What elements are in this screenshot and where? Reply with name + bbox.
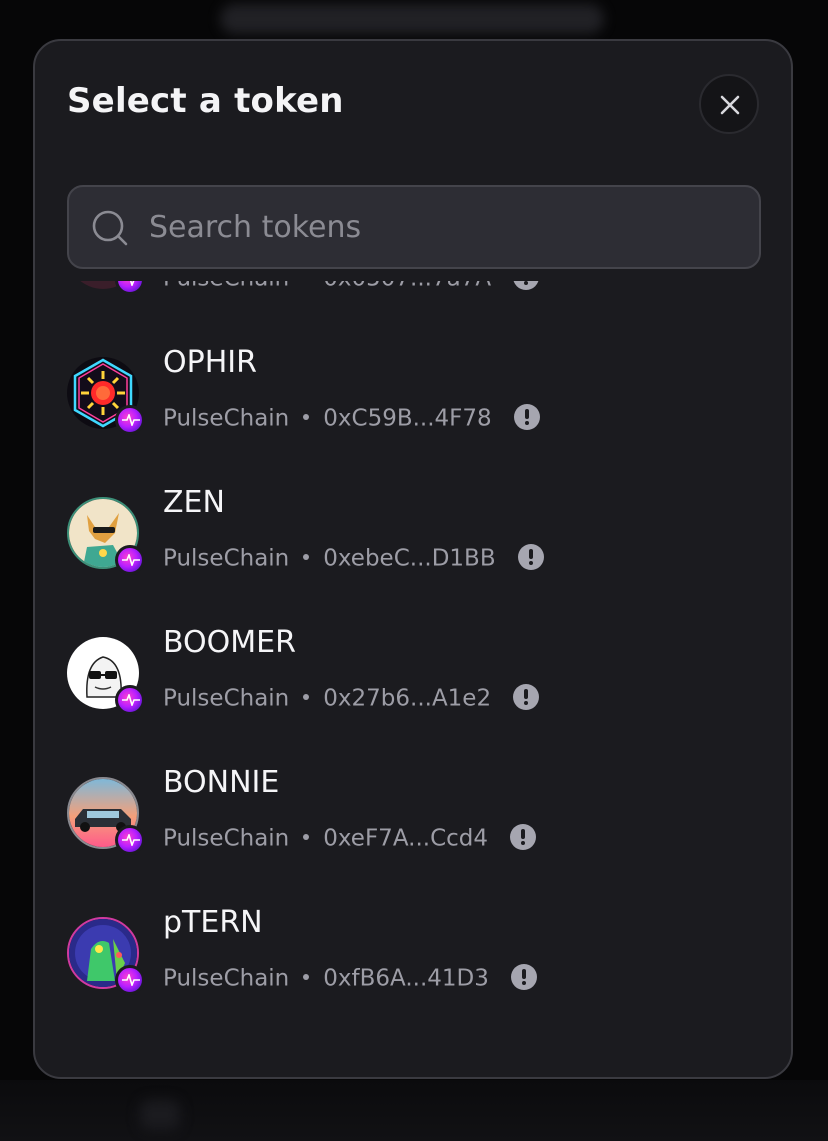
token-logo-wrap <box>67 637 147 717</box>
search-icon <box>92 210 128 246</box>
pulsechain-icon <box>115 825 145 855</box>
pulsechain-icon <box>115 405 145 435</box>
token-chain: PulseChain <box>163 965 290 992</box>
search-input[interactable] <box>149 201 739 253</box>
token-row[interactable]: ZEN PulseChain 0xebeC...D1BB <box>35 483 791 623</box>
token-symbol: BONNIE <box>163 765 280 800</box>
search-box[interactable] <box>67 185 761 269</box>
separator-dot <box>303 693 310 700</box>
token-row[interactable]: PulseChain 0x0507...7a7A <box>35 281 791 343</box>
token-logo-wrap <box>67 497 147 577</box>
token-logo-wrap <box>67 357 147 437</box>
pulsechain-icon <box>115 965 145 995</box>
token-chain: PulseChain <box>163 545 290 572</box>
pulsechain-icon <box>115 281 145 295</box>
modal-title: Select a token <box>67 81 344 121</box>
token-symbol: ZEN <box>163 485 225 520</box>
token-address: 0xC59B...4F78 <box>323 405 492 432</box>
background-blurred-footer <box>0 1080 828 1141</box>
info-icon[interactable] <box>513 281 540 290</box>
token-row[interactable]: BOOMER PulseChain 0x27b6...A1e2 <box>35 623 791 763</box>
pulsechain-icon <box>115 685 145 715</box>
token-row[interactable]: pTERN PulseChain 0xfB6A...41D3 <box>35 903 791 1043</box>
select-token-modal: Select a token Search tokens OPHIR Pulse… <box>33 39 793 1079</box>
background-blurred-element <box>140 1100 180 1130</box>
token-meta: PulseChain 0xebeC...D1BB <box>163 544 544 574</box>
token-address: 0xeF7A...Ccd4 <box>323 825 489 852</box>
separator-dot <box>303 553 310 560</box>
token-logo-wrap <box>67 777 147 857</box>
token-symbol: OPHIR <box>163 345 257 380</box>
token-meta: PulseChain 0x27b6...A1e2 <box>163 684 540 714</box>
token-meta: PulseChain 0xeF7A...Ccd4 <box>163 824 537 854</box>
token-logo-wrap <box>67 281 147 297</box>
separator-dot <box>303 973 310 980</box>
background-blurred-header <box>220 4 604 34</box>
token-logo-wrap <box>67 917 147 997</box>
separator-dot <box>303 833 310 840</box>
close-icon <box>720 95 740 115</box>
token-address: 0x27b6...A1e2 <box>323 685 492 712</box>
token-chain: PulseChain <box>163 825 290 852</box>
separator-dot <box>303 413 310 420</box>
info-icon[interactable] <box>513 684 540 710</box>
token-meta: PulseChain 0xC59B...4F78 <box>163 404 540 434</box>
token-row[interactable]: BONNIE PulseChain 0xeF7A...Ccd4 <box>35 763 791 903</box>
token-address: 0x0507...7a7A <box>323 281 491 292</box>
close-button[interactable] <box>699 74 759 134</box>
token-list: PulseChain 0x0507...7a7A <box>35 281 791 1077</box>
info-icon[interactable] <box>510 824 537 850</box>
token-row[interactable]: OPHIR PulseChain 0xC59B...4F78 <box>35 343 791 483</box>
info-icon[interactable] <box>510 964 537 990</box>
token-chain: PulseChain <box>163 405 290 432</box>
token-symbol: BOOMER <box>163 625 296 660</box>
token-meta: PulseChain 0xfB6A...41D3 <box>163 964 537 994</box>
info-icon[interactable] <box>517 544 544 570</box>
token-symbol: pTERN <box>163 905 263 940</box>
token-address: 0xebeC...D1BB <box>323 545 496 572</box>
info-icon[interactable] <box>513 404 540 430</box>
token-chain: PulseChain <box>163 685 290 712</box>
token-meta: PulseChain 0x0507...7a7A <box>163 281 540 294</box>
token-chain: PulseChain <box>163 281 289 292</box>
pulsechain-icon <box>115 545 145 575</box>
token-address: 0xfB6A...41D3 <box>323 965 489 992</box>
